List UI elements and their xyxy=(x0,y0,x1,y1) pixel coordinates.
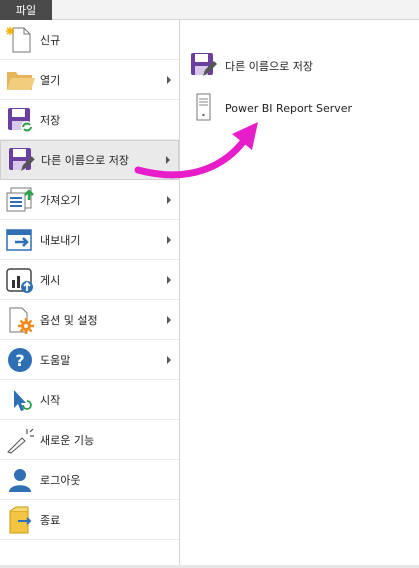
save-as-submenu: 다른 이름으로 저장 Power BI Report Server xyxy=(181,20,419,565)
menu-item-label: 로그아웃 xyxy=(40,473,81,487)
submenu-item-label: Power BI Report Server xyxy=(225,101,353,115)
open-folder-icon xyxy=(4,64,36,96)
file-tab[interactable]: 파일 xyxy=(0,0,52,20)
submenu-item-label: 다른 이름으로 저장 xyxy=(225,60,313,73)
chevron-right-icon xyxy=(167,195,171,204)
getting-started-icon xyxy=(4,384,36,416)
save-as-icon xyxy=(189,51,217,82)
menu-item-label: 게시 xyxy=(40,273,61,287)
menu-item-new[interactable]: 신규 xyxy=(0,20,179,60)
menu-item-help[interactable]: ? 도움말 xyxy=(0,340,179,380)
chevron-right-icon xyxy=(166,156,170,164)
menu-item-sign-out[interactable]: 로그아웃 xyxy=(0,460,179,500)
chevron-right-icon xyxy=(167,315,171,324)
menu-item-exit[interactable]: 종료 xyxy=(0,500,179,540)
new-document-icon xyxy=(4,24,36,56)
exit-icon xyxy=(4,504,36,536)
menu-item-label: 다른 이름으로 저장 xyxy=(41,154,129,167)
import-icon xyxy=(4,184,36,216)
ribbon-tab-bar: 파일 xyxy=(0,0,419,20)
help-icon: ? xyxy=(4,344,36,376)
menu-item-label: 시작 xyxy=(40,393,61,407)
chevron-right-icon xyxy=(167,275,171,284)
menu-item-getting-started[interactable]: 시작 xyxy=(0,380,179,420)
file-menu: 신규 열기 저장 다른 이름으로 저장 가져오기 내보내기 게시 옵션 및 설정… xyxy=(0,20,180,565)
menu-item-label: 열기 xyxy=(40,73,61,87)
save-as-icon xyxy=(5,144,37,176)
export-icon xyxy=(4,224,36,256)
menu-item-label: 신규 xyxy=(40,33,61,47)
report-server-icon xyxy=(189,93,217,124)
publish-icon xyxy=(4,264,36,296)
menu-item-whats-new[interactable]: 새로운 기능 xyxy=(0,420,179,460)
whats-new-icon xyxy=(4,424,36,456)
submenu-item-save-as[interactable]: 다른 이름으로 저장 xyxy=(181,49,419,83)
menu-item-label: 가져오기 xyxy=(40,193,81,207)
menu-item-label: 도움말 xyxy=(40,353,71,367)
menu-item-label: 옵션 및 설정 xyxy=(40,313,98,327)
menu-item-export[interactable]: 내보내기 xyxy=(0,220,179,260)
sign-out-icon xyxy=(4,464,36,496)
chevron-right-icon xyxy=(167,75,171,84)
chevron-right-icon xyxy=(167,235,171,244)
chevron-right-icon xyxy=(167,355,171,364)
menu-item-publish[interactable]: 게시 xyxy=(0,260,179,300)
save-icon xyxy=(4,104,36,136)
menu-item-save-as[interactable]: 다른 이름으로 저장 xyxy=(0,140,179,180)
menu-item-label: 새로운 기능 xyxy=(40,433,95,447)
svg-text:?: ? xyxy=(15,351,24,370)
menu-item-label: 내보내기 xyxy=(40,233,81,247)
options-settings-icon xyxy=(4,304,36,336)
menu-item-label: 저장 xyxy=(40,113,61,127)
menu-item-open[interactable]: 열기 xyxy=(0,60,179,100)
menu-item-import[interactable]: 가져오기 xyxy=(0,180,179,220)
menu-item-options-settings[interactable]: 옵션 및 설정 xyxy=(0,300,179,340)
menu-item-label: 종료 xyxy=(40,513,61,527)
menu-item-save[interactable]: 저장 xyxy=(0,100,179,140)
submenu-item-report-server[interactable]: Power BI Report Server xyxy=(181,91,419,125)
